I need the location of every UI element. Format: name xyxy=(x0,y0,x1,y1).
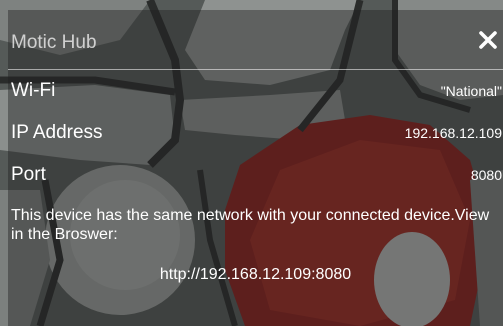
network-message: This device has the same network with yo… xyxy=(11,207,490,243)
browser-url-link[interactable]: http://192.168.12.109:8080 xyxy=(8,266,503,284)
motic-hub-dialog: Motic Hub Wi-Fi "National" IP Address 19… xyxy=(8,10,503,326)
wifi-label: Wi-Fi xyxy=(11,80,56,101)
port-value: 8080 xyxy=(470,167,502,183)
ip-address-label: IP Address xyxy=(11,122,103,143)
port-row: Port 8080 xyxy=(8,164,503,194)
ip-address-row: IP Address 192.168.12.109 xyxy=(8,122,503,152)
close-icon xyxy=(479,31,497,49)
close-button[interactable] xyxy=(476,28,500,52)
wifi-value: "National" xyxy=(440,83,502,99)
ip-address-value: 192.168.12.109 xyxy=(404,125,502,141)
dialog-header: Motic Hub xyxy=(8,10,503,70)
dialog-title: Motic Hub xyxy=(11,32,97,53)
port-label: Port xyxy=(11,164,46,185)
wifi-row: Wi-Fi "National" xyxy=(8,80,503,110)
